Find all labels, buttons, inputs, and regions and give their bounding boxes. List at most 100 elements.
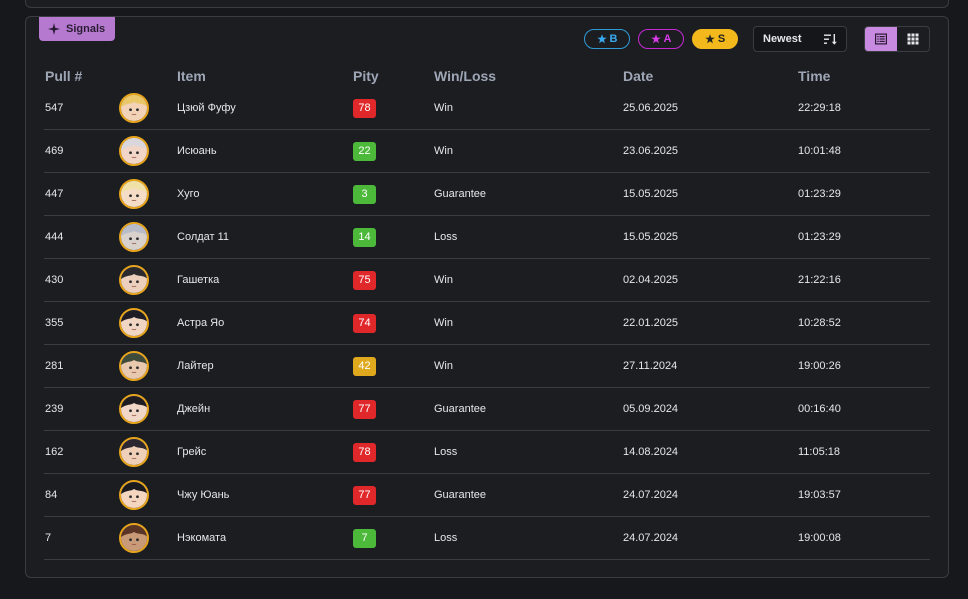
pity-badge: 3 (353, 184, 376, 204)
result-text: Loss (433, 430, 622, 474)
avatar-cell (119, 172, 176, 216)
pity-cell: 77 (352, 387, 433, 431)
time-text: 21:22:16 (797, 258, 930, 302)
time-text: 01:23:29 (797, 215, 930, 259)
avatar-cell (119, 87, 176, 130)
pity-cell: 74 (352, 301, 433, 345)
table-row[interactable]: 447 Хуго 3 Guarantee 15.05.2025 01:23:29 (44, 172, 930, 216)
item-name: Солдат 11 (176, 215, 352, 259)
time-text: 11:05:18 (797, 430, 930, 474)
pity-badge: 78 (353, 98, 376, 118)
character-avatar-icon (119, 308, 149, 338)
table-row[interactable]: 239 Джейн 77 Guarantee 05.09.2024 00:16:40 (44, 387, 930, 431)
filter-s-label: S (717, 33, 726, 45)
view-toggle (864, 26, 930, 52)
avatar-cell (119, 344, 176, 388)
table-header-row: Pull # Item Pity Win/Loss Date Time (44, 65, 930, 87)
star-icon (705, 34, 715, 44)
avatar-cell (119, 258, 176, 302)
pull-number: 162 (44, 430, 119, 474)
pull-number: 239 (44, 387, 119, 431)
grid-view-button[interactable] (897, 27, 929, 51)
pity-cell: 7 (352, 516, 433, 560)
result-text: Guarantee (433, 387, 622, 431)
pity-badge: 42 (353, 356, 376, 376)
item-name: Цзюй Фуфу (176, 87, 352, 130)
time-text: 19:03:57 (797, 473, 930, 517)
header-time[interactable]: Time (797, 65, 930, 87)
pull-number: 430 (44, 258, 119, 302)
pity-badge: 7 (353, 528, 376, 548)
item-name: Астра Яо (176, 301, 352, 345)
pity-cell: 77 (352, 473, 433, 517)
result-text: Loss (433, 215, 622, 259)
filter-b-button[interactable]: B (584, 29, 630, 49)
pity-cell: 3 (352, 172, 433, 216)
table-row[interactable]: 84 Чжу Юань 77 Guarantee 24.07.2024 19:03:57 (44, 473, 930, 517)
table-row[interactable]: 469 Исюань 22 Win 23.06.2025 10:01:48 (44, 129, 930, 173)
character-avatar-icon (119, 480, 149, 510)
table-row[interactable]: 162 Грейс 78 Loss 14.08.2024 11:05:18 (44, 430, 930, 474)
avatar-cell (119, 129, 176, 173)
table-row[interactable]: 281 Лайтер 42 Win 27.11.2024 19:00:26 (44, 344, 930, 388)
header-result[interactable]: Win/Loss (433, 65, 622, 87)
result-text: Guarantee (433, 172, 622, 216)
character-avatar-icon (119, 136, 149, 166)
header-date[interactable]: Date (622, 65, 797, 87)
item-name: Чжу Юань (176, 473, 352, 517)
avatar-cell (119, 473, 176, 517)
date-text: 23.06.2025 (622, 129, 797, 173)
character-avatar-icon (119, 394, 149, 424)
header-avatar (119, 65, 176, 87)
table-row[interactable]: 355 Астра Яо 74 Win 22.01.2025 10:28:52 (44, 301, 930, 345)
table-row[interactable]: 7 Нэкомата 7 Loss 24.07.2024 19:00:08 (44, 516, 930, 560)
date-text: 25.06.2025 (622, 87, 797, 130)
list-view-button[interactable] (865, 27, 897, 51)
pity-badge: 14 (353, 227, 376, 247)
date-text: 27.11.2024 (622, 344, 797, 388)
pity-cell: 75 (352, 258, 433, 302)
time-text: 10:28:52 (797, 301, 930, 345)
pity-cell: 22 (352, 129, 433, 173)
date-text: 15.05.2025 (622, 215, 797, 259)
pull-number: 444 (44, 215, 119, 259)
signals-table: Pull # Item Pity Win/Loss Date Time 547 Ц… (44, 65, 930, 560)
result-text: Loss (433, 516, 622, 560)
character-avatar-icon (119, 351, 149, 381)
sparkle-icon (48, 23, 60, 35)
pity-badge: 75 (353, 270, 376, 290)
header-pity[interactable]: Pity (352, 65, 433, 87)
previous-panel-edge (25, 0, 949, 8)
filter-s-button[interactable]: S (692, 29, 738, 49)
pull-number: 7 (44, 516, 119, 560)
character-avatar-icon (119, 222, 149, 252)
pity-cell: 78 (352, 87, 433, 130)
item-name: Джейн (176, 387, 352, 431)
item-name: Хуго (176, 172, 352, 216)
table-row[interactable]: 430 Гашетка 75 Win 02.04.2025 21:22:16 (44, 258, 930, 302)
signals-tag: Signals (39, 17, 116, 41)
date-text: 24.07.2024 (622, 516, 797, 560)
result-text: Win (433, 301, 622, 345)
item-name: Исюань (176, 129, 352, 173)
result-text: Win (433, 87, 622, 130)
table-row[interactable]: 547 Цзюй Фуфу 78 Win 25.06.2025 22:29:18 (44, 87, 930, 130)
time-text: 22:29:18 (797, 87, 930, 130)
header-item[interactable]: Item (176, 65, 352, 87)
character-avatar-icon (119, 523, 149, 553)
pity-badge: 77 (353, 399, 376, 419)
pity-badge: 22 (353, 141, 376, 161)
pity-badge: 74 (353, 313, 376, 333)
result-text: Guarantee (433, 473, 622, 517)
result-text: Win (433, 129, 622, 173)
star-icon (650, 34, 661, 44)
signals-panel: Signals B A S Newest Pull # Item Pity Wi… (25, 16, 949, 578)
table-row[interactable]: 444 Солдат 11 14 Loss 15.05.2025 01:23:29 (44, 215, 930, 259)
avatar-cell (119, 430, 176, 474)
pity-cell: 42 (352, 344, 433, 388)
filter-a-button[interactable]: A (638, 29, 684, 49)
header-pull[interactable]: Pull # (44, 65, 119, 87)
pity-cell: 14 (352, 215, 433, 259)
date-text: 05.09.2024 (622, 387, 797, 431)
sort-select[interactable]: Newest (753, 26, 847, 52)
